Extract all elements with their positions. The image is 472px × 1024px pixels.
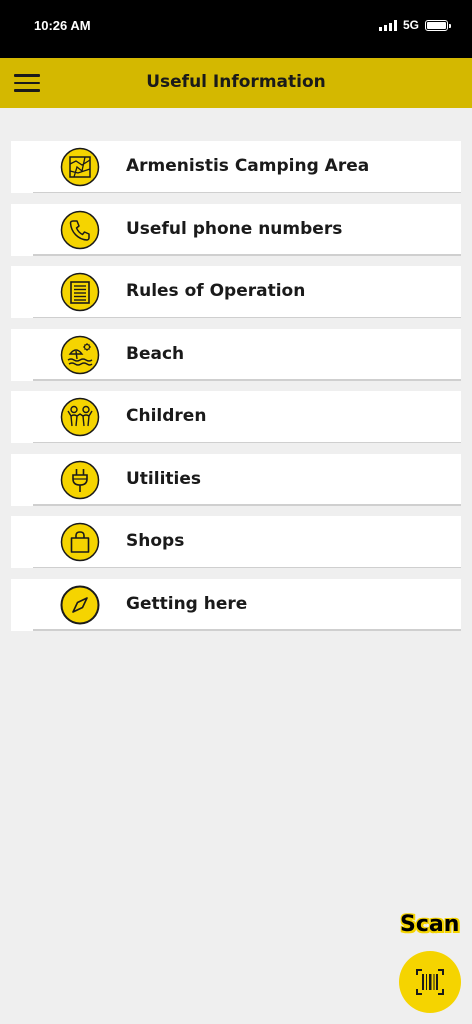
list-item-phone-numbers[interactable]: Useful phone numbers (11, 203, 461, 256)
list-item-getting-here[interactable]: Getting here (11, 578, 461, 631)
scan-button[interactable] (399, 951, 461, 1013)
list-item-label: Getting here (126, 593, 248, 614)
list-item-beach[interactable]: Beach (11, 328, 461, 381)
children-icon (60, 397, 100, 437)
document-icon (60, 272, 100, 312)
list-item-label: Useful phone numbers (126, 218, 343, 239)
shopping-bag-icon (60, 522, 100, 562)
status-time: 10:26 AM (34, 18, 91, 33)
list-item-children[interactable]: Children (11, 391, 461, 443)
list-item-label: Rules of Operation (126, 281, 306, 301)
scan-label: Scan (400, 912, 460, 937)
info-list: Armenistis Camping Area Useful phone num… (11, 141, 461, 641)
list-item-label: Utilities (126, 468, 202, 489)
phone-icon (60, 210, 100, 250)
list-item-label: Children (126, 406, 207, 426)
page-title: Useful Information (146, 72, 326, 92)
status-bar: 10:26 AM 5G (0, 0, 472, 58)
compass-icon (60, 585, 100, 625)
list-item-rules[interactable]: Rules of Operation (11, 266, 461, 318)
app-bar: Useful Information (0, 58, 472, 108)
list-item-shops[interactable]: Shops (11, 516, 461, 568)
network-label: 5G (402, 18, 419, 32)
list-item-label: Armenistis Camping Area (126, 156, 370, 176)
map-icon (60, 147, 100, 187)
list-item-camping-area[interactable]: Armenistis Camping Area (11, 141, 461, 193)
list-item-utilities[interactable]: Utilities (11, 453, 461, 506)
signal-icon (378, 19, 397, 31)
plug-icon (60, 460, 100, 500)
beach-icon (60, 335, 100, 375)
barcode-scan-icon (416, 969, 444, 995)
battery-icon (425, 19, 451, 31)
list-item-label: Beach (126, 343, 185, 364)
status-indicators: 5G (378, 18, 451, 32)
list-item-label: Shops (126, 531, 185, 551)
